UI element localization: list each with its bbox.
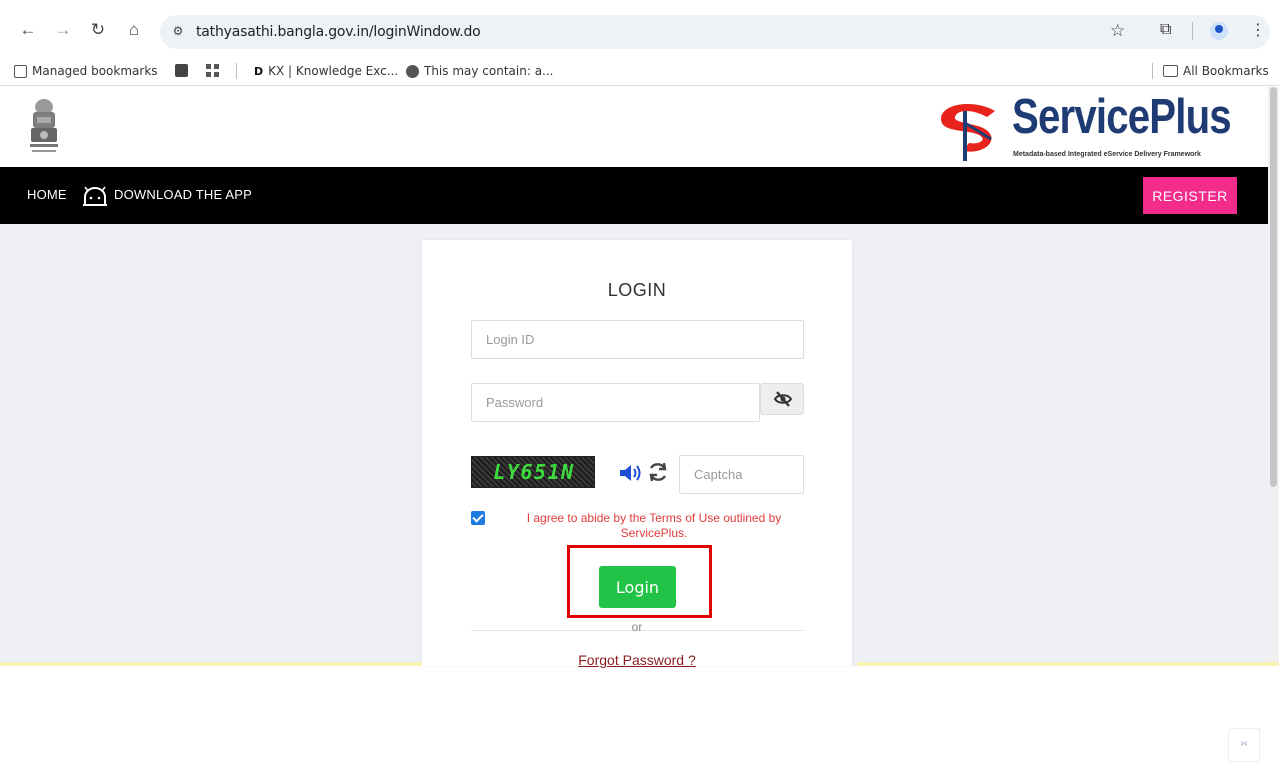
android-icon[interactable] — [82, 185, 108, 207]
serviceplus-wordmark: ServicePlus — [1012, 90, 1232, 144]
site-info-icon[interactable]: ⚙ — [170, 23, 186, 39]
site-header: ServicePlus Metadata-based Integrated eS… — [0, 87, 1268, 167]
forward-arrow-icon[interactable]: → — [53, 20, 73, 40]
toggle-password-visibility-button[interactable] — [760, 383, 804, 415]
bookmark-managed[interactable]: Managed bookmarks — [14, 64, 158, 78]
scrollbar-thumb[interactable] — [1270, 87, 1277, 487]
serviceplus-logo: ServicePlus Metadata-based Integrated eS… — [935, 90, 1245, 163]
annotation-highlight-box — [567, 545, 712, 618]
national-emblem-icon — [30, 99, 58, 152]
kx-favicon-icon: D — [254, 64, 264, 78]
bookmark-item[interactable] — [175, 64, 188, 77]
register-button[interactable]: REGISTER — [1143, 177, 1237, 214]
folder-icon — [1163, 65, 1178, 77]
back-arrow-icon[interactable]: ← — [18, 20, 38, 40]
browser-toolbar: ← → ↻ ⌂ ⚙ tathyasathi.bangla.gov.in/logi… — [0, 0, 1279, 56]
nav-home-link[interactable]: HOME — [27, 187, 67, 202]
audio-captcha-icon[interactable] — [618, 462, 644, 484]
captcha-image: LY651N — [471, 456, 595, 488]
extensions-icon[interactable]: ⧉ — [1160, 21, 1171, 39]
serviceplus-mark-icon — [941, 104, 995, 161]
bookmark-kx[interactable]: D KX | Knowledge Exc... — [254, 64, 398, 78]
bookmarks-bar: Managed bookmarks D KX | Knowledge Exc..… — [0, 56, 1279, 86]
bottom-strip — [0, 662, 1279, 666]
all-bookmarks[interactable]: All Bookmarks — [1163, 64, 1269, 78]
bookmark-star-icon[interactable]: ☆ — [1110, 21, 1125, 41]
nav-download-app-link[interactable]: DOWNLOAD THE APP — [114, 187, 252, 202]
or-text: or — [631, 620, 643, 634]
login-title: LOGIN — [607, 280, 667, 300]
globe-icon — [406, 64, 419, 78]
url-text[interactable]: tathyasathi.bangla.gov.in/loginWindow.do — [196, 24, 481, 40]
folder-icon — [14, 64, 27, 78]
side-collapse-widget[interactable]: ›‹ — [1228, 728, 1260, 762]
bookmark-pinterest[interactable]: This may contain: a... — [406, 64, 554, 78]
reload-icon[interactable]: ↻ — [88, 20, 108, 40]
bookmark-favicon-icon — [175, 64, 188, 77]
agree-terms-checkbox[interactable] — [471, 511, 485, 525]
bookmarks-divider — [1152, 63, 1153, 79]
bookmarks-divider — [236, 63, 237, 79]
home-icon[interactable]: ⌂ — [124, 20, 144, 40]
profile-avatar-icon[interactable] — [1210, 22, 1228, 40]
toolbar-divider — [1192, 22, 1193, 40]
bookmark-apps[interactable] — [206, 64, 219, 77]
login-id-input[interactable] — [471, 320, 804, 359]
more-menu-icon[interactable]: ⋮ — [1250, 20, 1266, 40]
serviceplus-tagline: Metadata-based Integrated eService Deliv… — [1013, 151, 1201, 158]
main-navbar: HOME DOWNLOAD THE APP REGISTER — [0, 167, 1268, 224]
page-scrollbar[interactable] — [1268, 87, 1279, 666]
captcha-input[interactable] — [679, 455, 804, 494]
password-input[interactable] — [471, 383, 760, 422]
refresh-captcha-icon[interactable] — [646, 460, 670, 484]
agree-terms-label: I agree to abide by the Terms of Use out… — [526, 511, 782, 540]
eye-slash-icon — [773, 391, 793, 407]
captcha-code: LY651N — [493, 460, 575, 484]
apps-grid-icon — [206, 64, 219, 77]
